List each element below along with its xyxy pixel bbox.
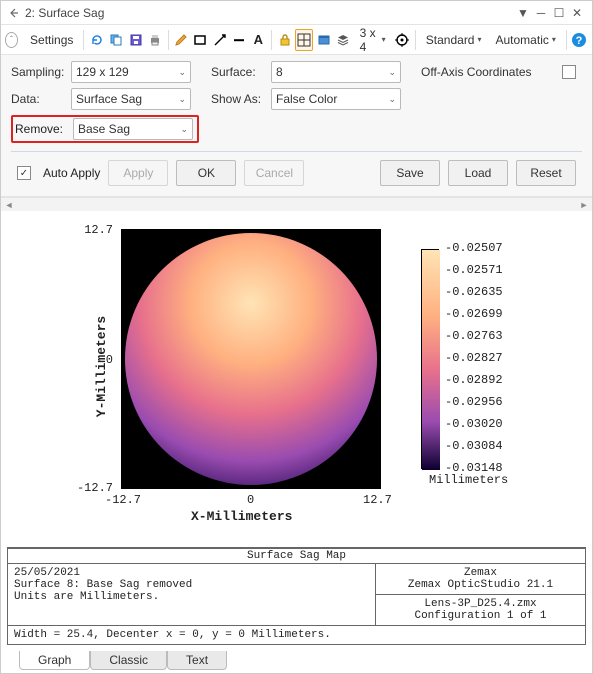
info-line2: Units are Millimeters. [14, 591, 369, 603]
surface-value: 8 [276, 65, 283, 79]
sampling-select[interactable]: 129 x 129⌄ [71, 61, 191, 83]
ok-button[interactable]: OK [176, 160, 236, 186]
scroll-right-icon[interactable]: ► [576, 198, 592, 212]
lock-icon[interactable] [276, 29, 293, 51]
info-config: Configuration 1 of 1 [382, 610, 579, 622]
colorbar-tick: -0.02507 [445, 241, 503, 255]
remove-label: Remove: [15, 122, 71, 136]
load-button[interactable]: Load [448, 160, 508, 186]
showas-value: False Color [276, 92, 337, 106]
showas-select[interactable]: False Color⌄ [271, 88, 401, 110]
tab-graph[interactable]: Graph [19, 651, 90, 670]
save-icon[interactable] [127, 29, 144, 51]
x-axis-ticks: -12.7 0 12.7 [121, 493, 381, 509]
refresh-icon[interactable] [88, 29, 105, 51]
text-icon[interactable]: A [250, 29, 267, 51]
heatmap-chart [121, 229, 381, 489]
surface-label: Surface: [211, 65, 271, 79]
scroll-left-icon[interactable]: ◄ [1, 198, 17, 212]
colorbar-tick: -0.03084 [445, 439, 503, 453]
layers-icon[interactable] [334, 29, 351, 51]
colorbar-tick: -0.02635 [445, 285, 503, 299]
dropdown-icon[interactable]: ▼ [514, 6, 532, 20]
colorbar-tick: -0.02699 [445, 307, 503, 321]
colorbar-tick: -0.02892 [445, 373, 503, 387]
info-product: Zemax OpticStudio 21.1 [382, 579, 579, 591]
minimize-icon[interactable]: ─ [532, 6, 550, 20]
xtick: 0 [247, 493, 254, 507]
automatic-select[interactable]: Automatic [490, 29, 562, 51]
colorbar [421, 249, 439, 469]
remove-row-highlight: Remove: Base Sag⌄ [11, 115, 199, 143]
rectangle-icon[interactable] [192, 29, 209, 51]
info-title: Surface Sag Map [8, 549, 585, 564]
data-label: Data: [11, 92, 71, 106]
grid-size-select[interactable]: 3 x 4 [354, 29, 392, 51]
colorbar-tick: -0.02827 [445, 351, 503, 365]
offaxis-label: Off-Axis Coordinates [421, 65, 562, 79]
data-select[interactable]: Surface Sag⌄ [71, 88, 191, 110]
maximize-icon[interactable]: ☐ [550, 6, 568, 20]
back-icon[interactable] [7, 6, 21, 20]
colorbar-tick: -0.02763 [445, 329, 503, 343]
auto-apply-checkbox[interactable]: ✓ [17, 166, 31, 180]
xtick: -12.7 [105, 493, 141, 507]
save-button[interactable]: Save [380, 160, 440, 186]
sampling-label: Sampling: [11, 65, 71, 79]
copy-icon[interactable] [108, 29, 125, 51]
ytick: 12.7 [84, 223, 113, 237]
info-right-top: Zemax Zemax OpticStudio 21.1 [376, 564, 585, 595]
close-icon[interactable]: ✕ [568, 6, 586, 20]
sampling-value: 129 x 129 [76, 65, 129, 79]
print-icon[interactable] [146, 29, 163, 51]
info-bottom: Width = 25.4, Decenter x = 0, y = 0 Mill… [8, 625, 585, 644]
showas-label: Show As: [211, 92, 271, 106]
pencil-icon[interactable] [172, 29, 189, 51]
settings-button[interactable]: Settings [24, 29, 79, 51]
colorbar-tick: -0.02956 [445, 395, 503, 409]
surface-select[interactable]: 8⌄ [271, 61, 401, 83]
help-icon[interactable]: ? [571, 29, 588, 51]
colorbar-ticks: -0.02507 -0.02571 -0.02635 -0.02699 -0.02763… [445, 241, 535, 477]
standard-select[interactable]: Standard [420, 29, 488, 51]
data-value: Surface Sag [76, 92, 142, 106]
offaxis-checkbox[interactable] [562, 65, 576, 79]
arrow-icon[interactable] [211, 29, 228, 51]
tab-text[interactable]: Text [167, 651, 227, 670]
colorbar-tick: -0.03020 [445, 417, 503, 431]
x-axis-label: X-Millimeters [191, 509, 292, 524]
info-brand: Zemax [382, 567, 579, 579]
window-icon[interactable] [315, 29, 332, 51]
auto-apply-label: Auto Apply [43, 166, 100, 180]
info-line1: Surface 8: Base Sag removed [14, 579, 369, 591]
info-date: 25/05/2021 [14, 567, 369, 579]
svg-text:?: ? [576, 35, 583, 47]
tab-classic[interactable]: Classic [90, 651, 167, 670]
grid-icon[interactable] [295, 29, 313, 51]
remove-value: Base Sag [78, 122, 130, 136]
info-left: 25/05/2021 Surface 8: Base Sag removed U… [8, 564, 375, 625]
colorbar-tick: -0.02571 [445, 263, 503, 277]
window-title: 2: Surface Sag [25, 6, 514, 20]
remove-select[interactable]: Base Sag⌄ [73, 118, 193, 140]
xtick: 12.7 [363, 493, 392, 507]
y-axis-label: Y-Millimeters [94, 316, 109, 417]
colorbar-unit: Millimeters [429, 473, 508, 487]
apply-button[interactable]: Apply [108, 160, 168, 186]
horizontal-scrollbar[interactable]: ◄ ► [1, 197, 592, 211]
collapse-icon[interactable]: ˆ [5, 32, 18, 48]
reset-button[interactable]: Reset [516, 160, 576, 186]
plot-area: 12.7 0 -12.7 -12.7 0 12.7 Y-Millimeters … [1, 211, 592, 673]
target-icon[interactable] [394, 29, 411, 51]
info-right-bot: Lens-3P_D25.4.zmx Configuration 1 of 1 [376, 595, 585, 625]
cancel-button[interactable]: Cancel [244, 160, 304, 186]
line-icon[interactable] [230, 29, 247, 51]
info-file: Lens-3P_D25.4.zmx [382, 598, 579, 610]
